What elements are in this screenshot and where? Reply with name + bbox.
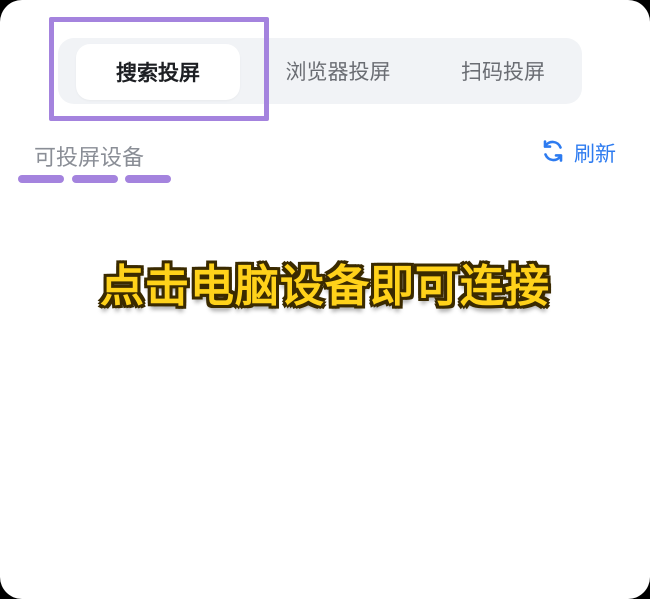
refresh-icon — [540, 138, 566, 169]
underline-dash — [18, 175, 64, 183]
tab-scan-cast[interactable]: 扫码投屏 — [428, 38, 578, 104]
phone-screen: 搜索投屏 浏览器投屏 扫码投屏 可投屏设备 刷新 点击电脑设备即可连接 — [0, 0, 650, 599]
refresh-label: 刷新 — [574, 142, 616, 166]
tab-search-cast-label: 搜索投屏 — [116, 61, 200, 85]
overlay-caption: 点击电脑设备即可连接 — [100, 261, 550, 312]
refresh-button[interactable]: 刷新 — [540, 138, 616, 168]
section-title: 可投屏设备 — [34, 146, 145, 171]
underline-dash — [72, 175, 118, 183]
tab-browser-cast-label: 浏览器投屏 — [285, 60, 391, 84]
tab-scan-cast-label: 扫码投屏 — [461, 60, 545, 84]
tab-browser-cast[interactable]: 浏览器投屏 — [258, 38, 418, 104]
underline-dash — [125, 175, 171, 183]
cast-mode-tabbar: 搜索投屏 浏览器投屏 扫码投屏 — [58, 38, 582, 104]
tab-search-cast[interactable]: 搜索投屏 — [76, 44, 240, 100]
